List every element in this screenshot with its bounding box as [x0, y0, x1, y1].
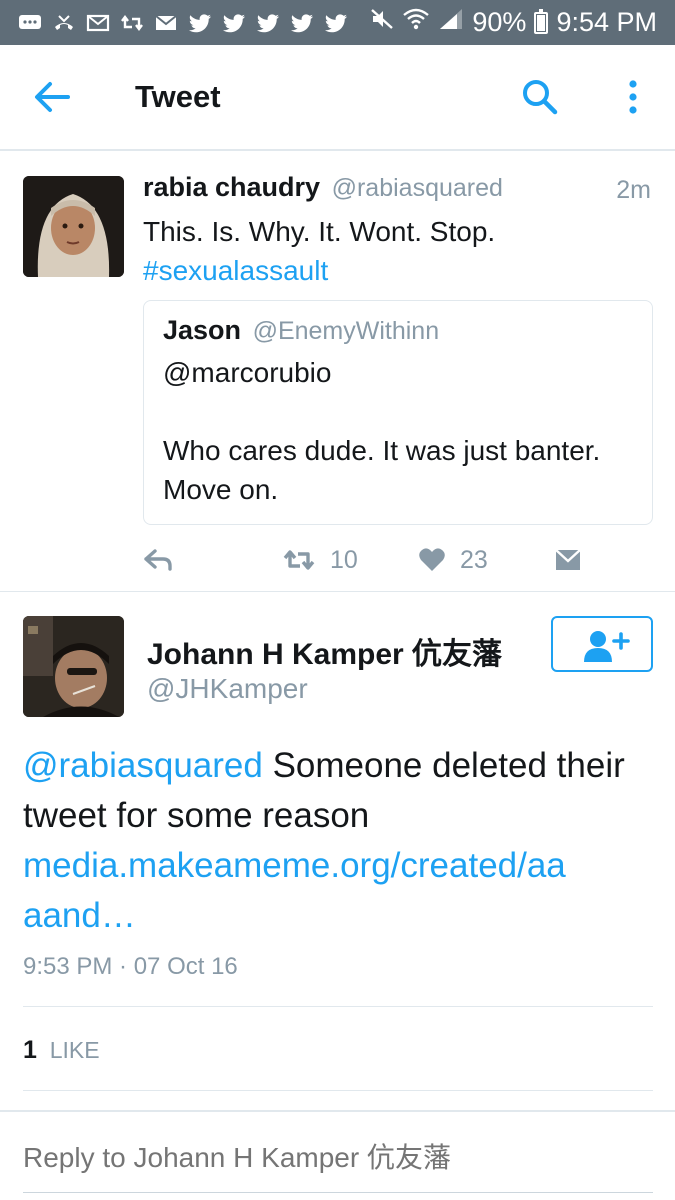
twitter-icon — [188, 13, 212, 33]
retweet-icon — [120, 13, 144, 33]
signal-icon — [438, 7, 464, 38]
reply-button[interactable] — [143, 540, 173, 580]
twitter-icon — [256, 13, 280, 33]
author-name[interactable]: rabia chaudry — [143, 172, 320, 202]
focused-tweet: Johann H Kamper 伉友藩 @JHKamper @rabiasqua… — [0, 593, 675, 1108]
tweet-timestamp: 9:53 PM · 07 Oct 16 — [23, 953, 238, 980]
likes-label: LIKE — [49, 1037, 100, 1063]
quoted-body: Who cares dude. It was just banter. Move… — [163, 435, 601, 505]
twitter-icon — [222, 13, 246, 33]
follow-button[interactable] — [551, 616, 653, 672]
url-link[interactable]: media.makeameme.org/created/aaaand… — [23, 841, 583, 941]
quoted-mention: @marcorubio — [163, 357, 332, 388]
reply-icon — [144, 549, 172, 571]
status-right: 90% 9:54 PM — [370, 0, 657, 45]
tweet-time: 2m — [616, 176, 651, 204]
mail-icon — [154, 13, 178, 33]
twitter-icon — [290, 13, 314, 33]
status-bar: 90% 9:54 PM — [0, 0, 675, 45]
quoted-tweet-header: Jason @EnemyWithinn — [163, 315, 439, 346]
tweet-text-line: This. Is. Why. It. Wont. Stop. — [143, 216, 496, 247]
retweet-button[interactable]: 10 — [282, 540, 358, 580]
quoted-author-name: Jason — [163, 315, 242, 345]
avatar-image — [23, 616, 124, 717]
author-handle[interactable]: @rabiasquared — [332, 174, 503, 202]
tweet-text: This. Is. Why. It. Wont. Stop. #sexualas… — [143, 212, 495, 290]
add-user-icon — [584, 631, 630, 662]
mail-icon — [86, 13, 110, 33]
tweet-actions: 10 23 — [143, 540, 593, 580]
clock: 9:54 PM — [556, 7, 657, 37]
author-name[interactable]: Johann H Kamper 伉友藩 — [147, 629, 502, 673]
battery-icon — [534, 8, 549, 34]
mute-icon — [370, 7, 394, 38]
app-header: Tweet — [0, 45, 675, 151]
retweet-count: 10 — [330, 545, 358, 574]
likes-count: 1 — [23, 1036, 37, 1064]
like-count: 23 — [460, 545, 488, 574]
reply-bar — [0, 1110, 675, 1200]
parent-tweet[interactable]: rabia chaudry @rabiasquared 2m This. Is.… — [0, 152, 675, 592]
arrow-left-icon — [35, 82, 70, 112]
tweet-text: @rabiasquared Someone deleted their twee… — [23, 741, 663, 941]
more-vertical-icon — [629, 80, 637, 114]
search-icon — [523, 80, 558, 115]
wifi-icon — [402, 7, 430, 38]
hashtag-link[interactable]: #sexualassault — [143, 251, 495, 290]
author-handle[interactable]: @JHKamper — [147, 673, 308, 705]
back-button[interactable] — [30, 79, 74, 115]
search-button[interactable] — [520, 77, 560, 117]
direct-message-button[interactable] — [553, 540, 583, 580]
reply-underline — [23, 1192, 653, 1193]
quoted-author-handle: @EnemyWithinn — [252, 317, 440, 345]
divider — [23, 1006, 653, 1007]
divider — [23, 1090, 653, 1091]
battery-percent: 90% — [472, 7, 527, 37]
notification-icons — [18, 0, 348, 45]
page-title: Tweet — [135, 79, 221, 114]
avatar[interactable] — [23, 616, 124, 717]
chat-bubble-icon — [18, 13, 42, 33]
twitter-icon — [324, 13, 348, 33]
overflow-menu-button[interactable] — [618, 77, 648, 117]
likes-summary[interactable]: 1 LIKE — [23, 1036, 100, 1065]
envelope-icon — [555, 549, 581, 570]
tweet-header: rabia chaudry @rabiasquared — [143, 172, 503, 203]
avatar[interactable] — [23, 176, 124, 277]
quoted-tweet[interactable]: Jason @EnemyWithinn @marcorubio Who care… — [143, 300, 653, 525]
like-button[interactable]: 23 — [418, 540, 488, 580]
missed-call-icon — [52, 13, 76, 33]
heart-icon — [419, 548, 445, 571]
mention-link[interactable]: @rabiasquared — [23, 746, 263, 785]
reply-input[interactable] — [23, 1142, 653, 1174]
retweet-icon — [283, 550, 315, 570]
quoted-tweet-text: @marcorubio Who cares dude. It was just … — [163, 353, 643, 509]
avatar-image — [23, 176, 124, 277]
